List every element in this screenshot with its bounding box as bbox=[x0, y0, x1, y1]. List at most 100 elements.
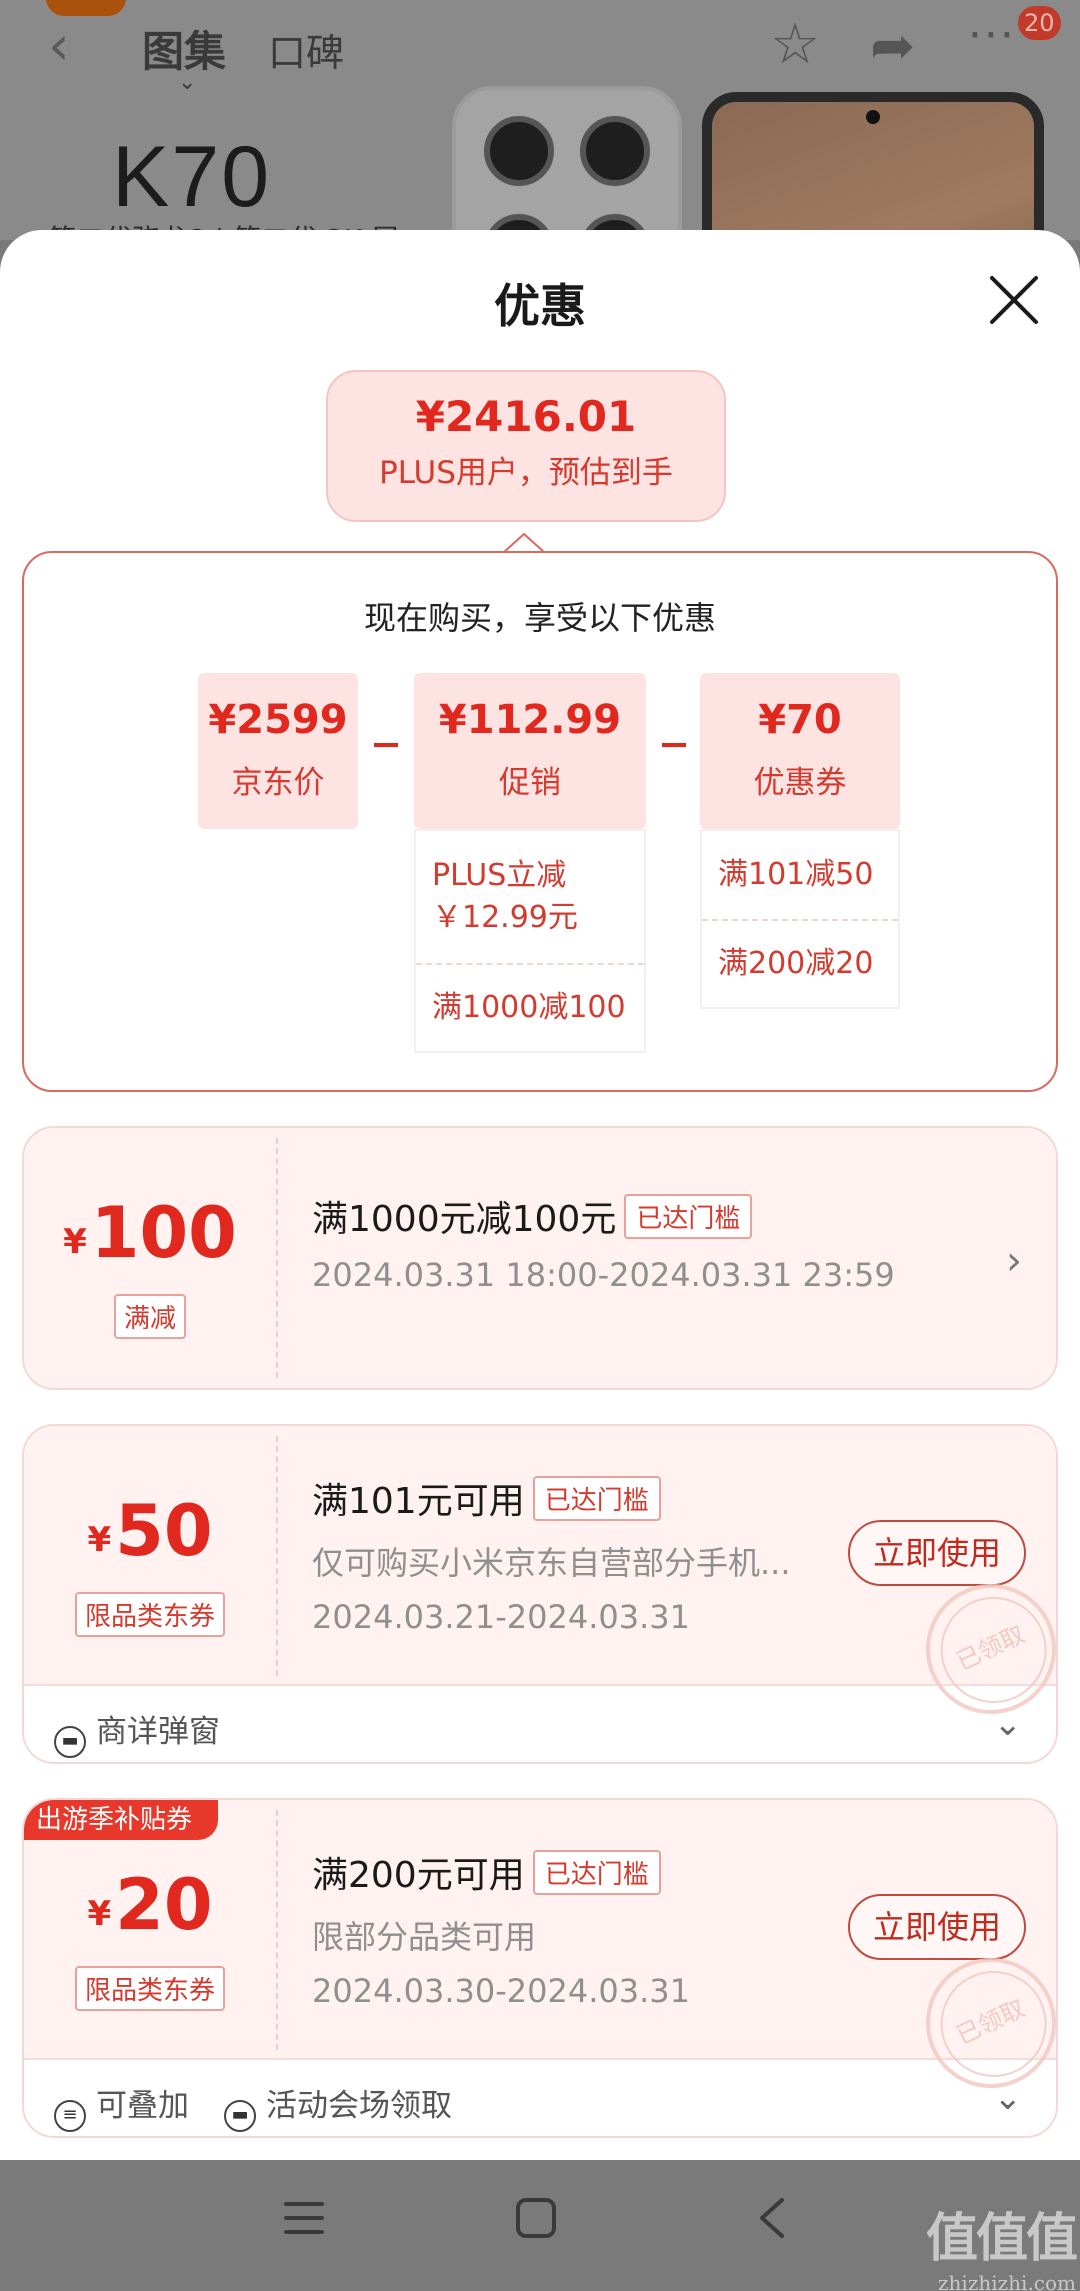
coupon-card-body: ¥20 限品类东券 满200元可用 已达门槛 限部分品类可用 2024.03.30… bbox=[24, 1800, 1056, 2110]
coupon-tag: 限品类东券 bbox=[24, 1966, 276, 2011]
coupon-detail-item: 满101减50 bbox=[718, 857, 874, 892]
coupon-title-text: 满1000元减100元 bbox=[312, 1199, 617, 1240]
stack-icon: ≡ bbox=[54, 2100, 86, 2132]
watermark: 值值值 zhizhizhi.com bbox=[926, 2196, 1078, 2291]
back-arrow-icon[interactable]: ‹ bbox=[48, 14, 70, 77]
coupon-detail-item: 满200减20 bbox=[702, 919, 898, 1007]
jd-price-value: ¥2599 bbox=[208, 697, 348, 743]
currency-symbol: ¥ bbox=[87, 1520, 112, 1560]
tab-indicator-icon: ⌄ bbox=[178, 70, 197, 95]
phone-back-image bbox=[452, 86, 682, 240]
footer-source-label: 活动会场领取 bbox=[266, 2088, 452, 2124]
sheet-title: 优惠 bbox=[494, 279, 586, 333]
promotion-label: 促销 bbox=[499, 765, 561, 801]
notification-badge: 20 bbox=[1018, 6, 1061, 40]
coupon-details: 满101减50 满200减20 bbox=[700, 829, 900, 1009]
phone-front-image bbox=[702, 92, 1044, 240]
coupon-card-body: ¥100 满减 满1000元减100元 已达门槛 2024.03.31 18:00… bbox=[24, 1128, 1056, 1388]
footer-item: ▬ 活动会场领取 bbox=[224, 2080, 452, 2132]
chevron-down-icon[interactable]: ⌄ bbox=[994, 1704, 1023, 1744]
dashed-divider bbox=[276, 1138, 278, 1378]
threshold-reached-badge: 已达门槛 bbox=[532, 1476, 661, 1521]
promotion-value: ¥112.99 bbox=[438, 697, 622, 743]
coupon-card-full-reduction[interactable]: ¥100 满减 满1000元减100元 已达门槛 2024.03.31 18:00… bbox=[22, 1126, 1058, 1390]
coupon-title: 满1000元减100元 已达门槛 bbox=[312, 1190, 1016, 1242]
bubble-pointer bbox=[504, 532, 544, 552]
coupon-tag: 限品类东券 bbox=[24, 1592, 276, 1637]
coupon-validity: 2024.03.21-2024.03.31 bbox=[312, 1598, 690, 1636]
home-icon[interactable] bbox=[514, 2196, 558, 2240]
promotion-detail-item: PLUS立减 ￥12.99元 bbox=[416, 831, 644, 963]
system-nav-bar bbox=[0, 2160, 1080, 2291]
coupon-tag: 满减 bbox=[24, 1294, 276, 1339]
plus-discount-line: PLUS立减 bbox=[432, 858, 567, 893]
use-now-button[interactable]: 立即使用 bbox=[848, 1894, 1026, 1960]
coupon-amount-value: 50 bbox=[115, 1490, 213, 1572]
estimated-price: ¥2416.01 bbox=[415, 392, 637, 441]
threshold-reached-badge: 已达门槛 bbox=[532, 1850, 661, 1895]
ticket-icon: ▬ bbox=[54, 1726, 86, 1758]
back-icon[interactable] bbox=[752, 2196, 792, 2240]
dashed-divider bbox=[276, 1436, 278, 1676]
coupon-validity: 2024.03.31 18:00-2024.03.31 23:59 bbox=[312, 1256, 895, 1294]
background-page: ‹ 图集 ⌄ 口碑 ☆ ➦ ··· 20 K70 第二代骁龙8 | 第二代 2K… bbox=[0, 0, 1080, 240]
coupon-amount: ¥50 bbox=[24, 1490, 276, 1572]
coupon-title: 满101元可用 已达门槛 bbox=[312, 1472, 1016, 1524]
estimated-price-bubble: ¥2416.01 PLUS用户，预估到手 bbox=[326, 370, 726, 522]
footer-item: ≡ 可叠加 bbox=[54, 2080, 189, 2132]
coupon-title-text: 满200元可用 bbox=[312, 1855, 525, 1896]
jd-price-tile: ¥2599 京东价 bbox=[198, 673, 358, 829]
coupon-label: 优惠券 bbox=[753, 765, 847, 801]
minus-sign bbox=[662, 743, 686, 747]
coupon-tile: ¥70 优惠券 bbox=[700, 673, 900, 829]
coupon-tag-label: 限品类东券 bbox=[74, 1592, 225, 1637]
close-icon[interactable] bbox=[984, 270, 1044, 330]
watermark-logo: 值值值 bbox=[926, 2208, 1078, 2269]
estimated-price-label: PLUS用户，预估到手 bbox=[379, 455, 673, 491]
coupon-card-footer[interactable]: ≡ 可叠加 ▬ 活动会场领取 ⌄ bbox=[24, 2060, 1056, 2136]
chevron-right-icon[interactable]: › bbox=[1006, 1238, 1022, 1284]
coupon-tag-label: 满减 bbox=[113, 1294, 186, 1339]
coupon-card-footer[interactable]: ▬ 商详弹窗 ⌄ bbox=[24, 1686, 1056, 1762]
plus-discount-amount: ￥12.99元 bbox=[432, 900, 578, 935]
promotion-tile: ¥112.99 促销 bbox=[414, 673, 646, 829]
chevron-down-icon[interactable]: ⌄ bbox=[994, 2078, 1023, 2118]
coupon-amount-value: 20 bbox=[115, 1864, 213, 1946]
coupon-scope: 仅可购买小米京东自营部分手机... bbox=[312, 1544, 791, 1582]
promo-ribbon: 出游季补贴券 bbox=[24, 1800, 219, 1840]
coupon-amount-value: 100 bbox=[90, 1192, 237, 1274]
coupon-tag-label: 限品类东券 bbox=[74, 1966, 225, 2011]
camera-lens-icon bbox=[484, 116, 554, 186]
ticket-icon: ▬ bbox=[224, 2100, 256, 2132]
recent-apps-icon[interactable] bbox=[282, 2196, 326, 2240]
coupon-card-body: ¥50 限品类东券 满101元可用 已达门槛 仅可购买小米京东自营部分手机... … bbox=[24, 1426, 1056, 1736]
threshold-reached-badge: 已达门槛 bbox=[624, 1194, 753, 1239]
price-breakdown: 现在购买，享受以下优惠 ¥2599 京东价 ¥112.99 促销 PLUS立减 … bbox=[22, 551, 1058, 1092]
coupon-info: 满1000元减100元 已达门槛 2024.03.31 18:00-2024.03… bbox=[312, 1190, 1016, 1294]
footer-source-label: 商详弹窗 bbox=[96, 1714, 220, 1750]
tab-reviews[interactable]: 口碑 bbox=[268, 22, 344, 77]
top-bar: ‹ 图集 ⌄ 口碑 ☆ ➦ ··· 20 bbox=[0, 0, 1080, 95]
coupon-validity: 2024.03.30-2024.03.31 bbox=[312, 1972, 690, 2010]
footer-item: ▬ 商详弹窗 bbox=[54, 1706, 220, 1758]
coupon-card-50: ¥50 限品类东券 满101元可用 已达门槛 仅可购买小米京东自营部分手机... … bbox=[22, 1424, 1058, 1764]
breakdown-heading: 现在购买，享受以下优惠 bbox=[363, 599, 716, 637]
use-now-button[interactable]: 立即使用 bbox=[848, 1520, 1026, 1586]
product-brand: K70 bbox=[112, 129, 272, 225]
jd-price-label: 京东价 bbox=[231, 765, 325, 801]
share-icon[interactable]: ➦ bbox=[870, 14, 915, 77]
promotion-detail-item: 满1000减100 bbox=[416, 963, 644, 1051]
more-icon[interactable]: ··· bbox=[968, 10, 1016, 61]
currency-symbol: ¥ bbox=[63, 1222, 87, 1262]
promotion-details: PLUS立减 ￥12.99元 满1000减100 bbox=[414, 829, 646, 1053]
camera-lens-icon bbox=[580, 116, 650, 186]
footer-stackable-label: 可叠加 bbox=[96, 2088, 189, 2124]
punch-hole bbox=[866, 110, 880, 124]
watermark-url: zhizhizhi.com bbox=[938, 2271, 1077, 2291]
coupon-value: ¥70 bbox=[758, 697, 842, 743]
discount-sheet: 优惠 ¥2416.01 PLUS用户，预估到手 现在购买，享受以下优惠 ¥259… bbox=[0, 230, 1080, 2160]
currency-symbol: ¥ bbox=[87, 1894, 112, 1934]
minus-sign bbox=[374, 743, 398, 747]
star-icon[interactable]: ☆ bbox=[770, 12, 820, 77]
dashed-divider bbox=[276, 1810, 278, 2050]
